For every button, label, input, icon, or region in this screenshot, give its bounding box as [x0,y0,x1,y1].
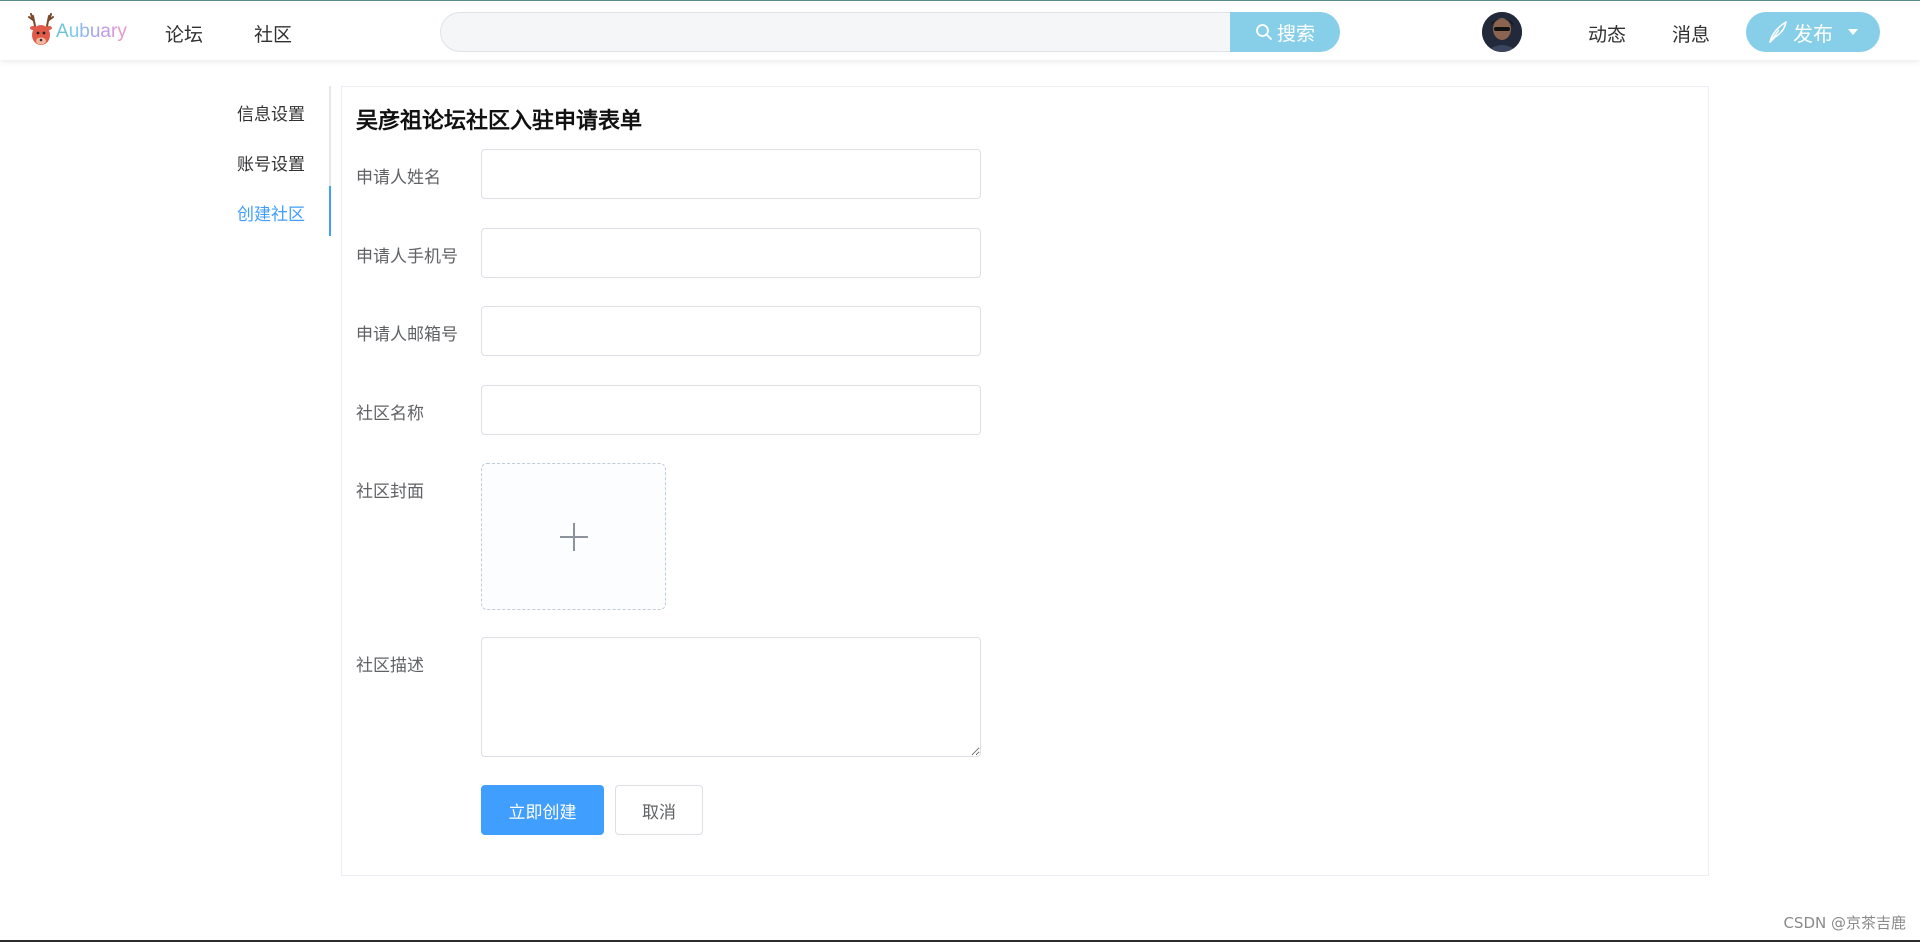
logo-letter: u [68,21,80,42]
logo-text: Aubuary [56,21,127,43]
sidebar-item-create-community[interactable]: 创建社区 [237,200,305,225]
sidebar-item-info-settings[interactable]: 信息设置 [237,100,305,125]
applicant-phone-input[interactable] [481,228,981,278]
nav-forum[interactable]: 论坛 [165,20,203,47]
community-description-textarea[interactable] [481,637,981,757]
deer-logo-icon [28,13,54,45]
applicant-name-label: 申请人姓名 [356,168,441,188]
form-title: 吴彦祖论坛社区入驻申请表单 [356,109,643,134]
search-icon [1256,24,1272,40]
create-now-button[interactable]: 立即创建 [481,785,604,835]
avatar-image [1482,12,1522,52]
feather-icon [1769,21,1787,43]
applicant-phone-label: 申请人手机号 [356,247,458,267]
community-name-label: 社区名称 [356,404,424,424]
community-description-label: 社区描述 [356,656,424,676]
settings-sidebar: 信息设置 账号设置 创建社区 [215,86,331,236]
nav-messages[interactable]: 消息 [1672,20,1710,47]
plus-icon [559,522,588,551]
top-navbar: Aubuary 论坛 社区 搜索 动态 消息 发布 [0,1,1920,60]
applicant-name-input[interactable] [481,149,981,199]
community-cover-label: 社区封面 [356,482,424,502]
sidebar-item-account-settings[interactable]: 账号设置 [237,150,305,175]
cancel-button[interactable]: 取消 [615,785,703,835]
logo-letter: a [100,21,111,42]
nav-community[interactable]: 社区 [254,20,292,47]
publish-dropdown-button[interactable]: 发布 [1746,12,1880,52]
community-name-input[interactable] [481,385,981,435]
publish-label: 发布 [1793,21,1833,46]
applicant-email-input[interactable] [481,306,981,356]
sidebar-active-indicator [329,186,331,236]
user-avatar[interactable] [1482,12,1522,52]
logo-letter: A [56,21,69,42]
search-button[interactable]: 搜索 [1230,12,1340,52]
site-logo[interactable]: Aubuary [28,11,127,53]
watermark: CSDN @京茶吉鹿 [1783,914,1906,932]
applicant-email-label: 申请人邮箱号 [356,325,458,345]
logo-letter: y [117,21,127,42]
logo-letter: u [89,21,101,42]
search-input[interactable] [440,12,1231,52]
logo-text-letters: Aubuary [56,21,127,42]
caret-down-icon [1848,29,1858,35]
cover-upload-area[interactable] [481,463,666,610]
logo-letter: b [79,21,90,42]
application-form-panel: 吴彦祖论坛社区入驻申请表单 申请人姓名 申请人手机号 申请人邮箱号 社区名称 社… [341,86,1709,876]
nav-activity[interactable]: 动态 [1588,20,1626,47]
search-button-label: 搜索 [1276,22,1315,45]
search-bar: 搜索 [440,12,1340,52]
